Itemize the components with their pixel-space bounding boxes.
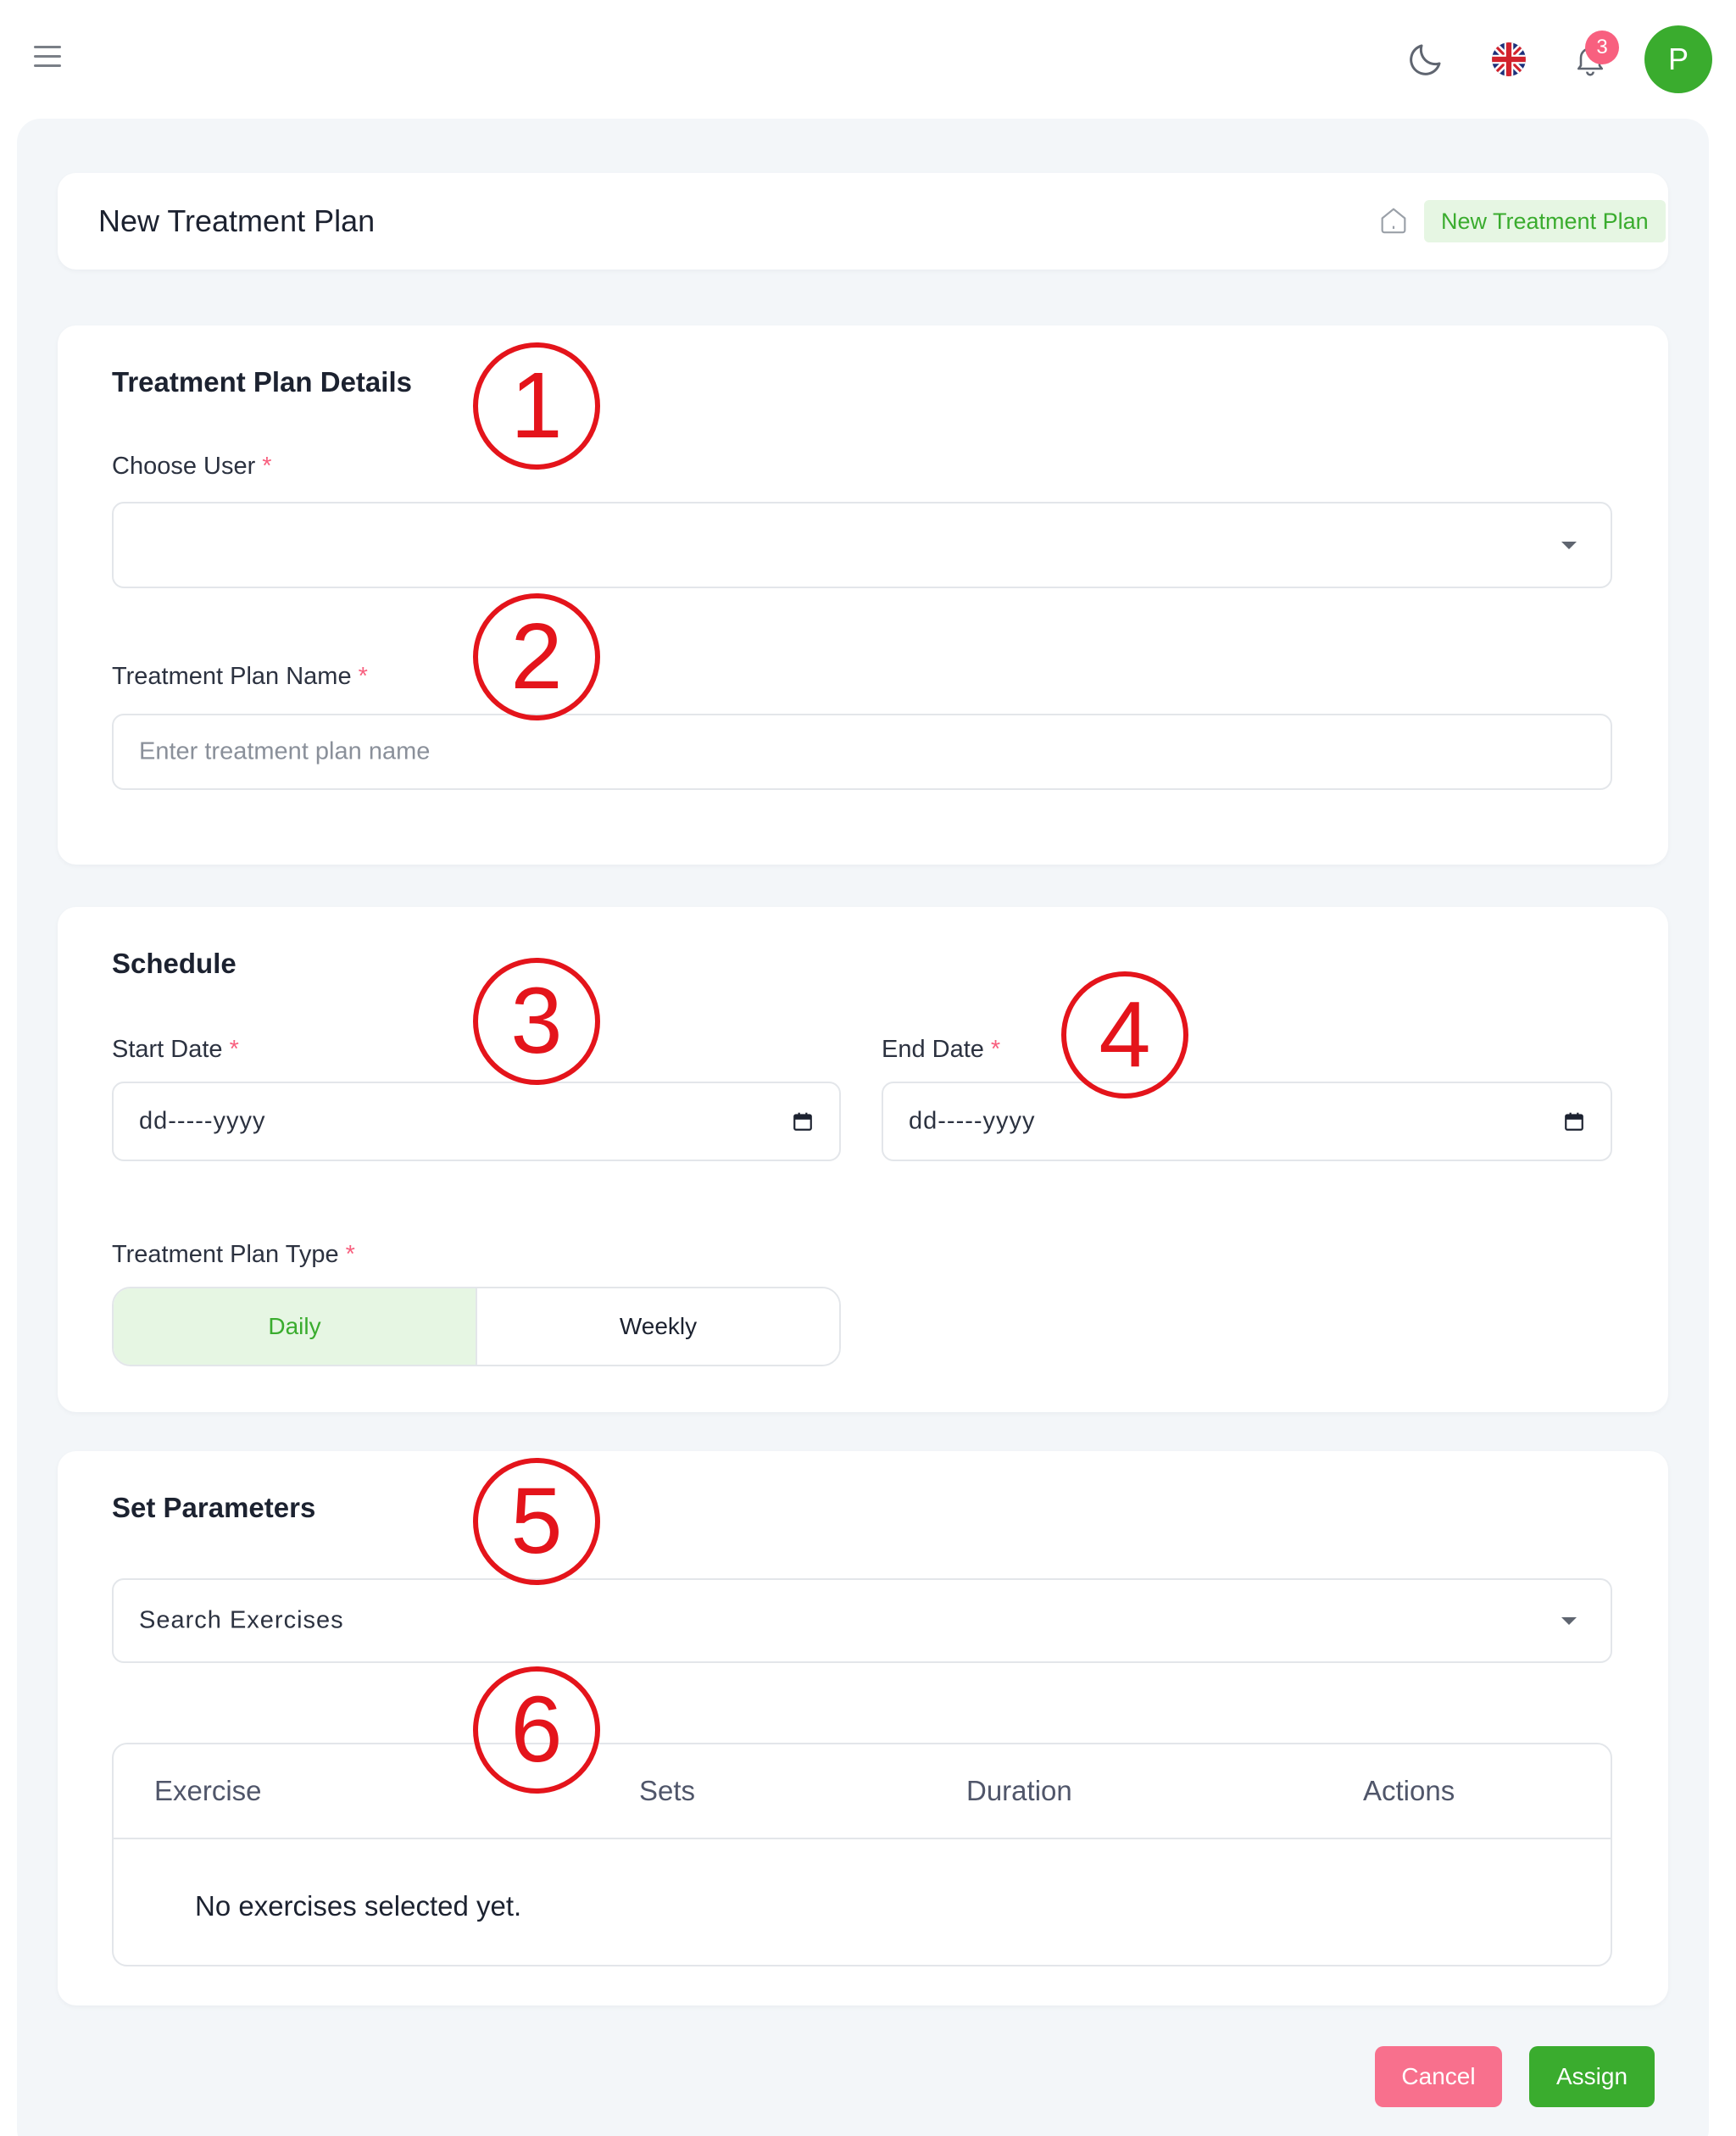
plan-type-daily[interactable]: Daily: [114, 1288, 476, 1365]
plan-type-weekly[interactable]: Weekly: [476, 1288, 839, 1365]
section-title-schedule: Schedule: [112, 948, 236, 979]
content-area: New Treatment Plan New Treatment Plan Tr…: [17, 119, 1709, 2136]
annotation-marker-2: 2: [473, 593, 600, 720]
end-date-value: dd-----yyyy: [909, 1107, 1036, 1135]
search-exercises-select[interactable]: Search Exercises: [112, 1578, 1612, 1663]
required-mark: *: [990, 1036, 1001, 1063]
end-date-input[interactable]: dd-----yyyy: [882, 1082, 1612, 1161]
plan-type-toggle: Daily Weekly: [112, 1287, 841, 1366]
column-header-sets: Sets: [639, 1775, 696, 1806]
breadcrumb-current: New Treatment Plan: [1424, 200, 1666, 242]
set-parameters-card: Set Parameters Search Exercises Exercise…: [58, 1451, 1668, 2005]
choose-user-select[interactable]: [112, 502, 1612, 588]
plan-name-placeholder: Enter treatment plan name: [139, 737, 431, 765]
calendar-icon[interactable]: [1563, 1110, 1585, 1132]
section-title-parameters: Set Parameters: [112, 1492, 316, 1523]
annotation-marker-3: 3: [473, 958, 600, 1085]
required-mark: *: [358, 663, 368, 690]
uk-flag-icon[interactable]: [1483, 34, 1534, 85]
start-date-value: dd-----yyyy: [139, 1107, 266, 1135]
plan-name-input[interactable]: Enter treatment plan name: [112, 714, 1612, 790]
plan-type-label: Treatment Plan Type *: [112, 1241, 355, 1268]
page-title: New Treatment Plan: [98, 203, 376, 238]
cancel-button[interactable]: Cancel: [1375, 2046, 1502, 2107]
chevron-down-icon: [1561, 542, 1577, 549]
annotation-marker-6: 6: [473, 1666, 600, 1794]
top-bar: 3 P: [0, 0, 1736, 119]
required-mark: *: [345, 1241, 355, 1268]
annotation-marker-1: 1: [473, 342, 600, 470]
search-exercises-placeholder: Search Exercises: [139, 1606, 344, 1634]
required-mark: *: [262, 453, 272, 480]
table-header: Exercise Sets Duration Actions: [114, 1744, 1611, 1839]
home-icon[interactable]: [1377, 203, 1410, 237]
treatment-plan-details-card: Treatment Plan Details Choose User * Trea…: [58, 325, 1668, 865]
annotation-marker-4: 4: [1061, 971, 1188, 1099]
column-header-duration: Duration: [966, 1775, 1072, 1806]
moon-icon[interactable]: [1400, 34, 1451, 85]
empty-table-message: No exercises selected yet.: [195, 1890, 522, 1922]
column-header-exercise: Exercise: [154, 1775, 262, 1806]
plan-name-label: Treatment Plan Name *: [112, 663, 368, 690]
menu-icon[interactable]: [34, 46, 68, 71]
required-mark: *: [229, 1036, 239, 1063]
choose-user-label: Choose User *: [112, 453, 272, 480]
annotation-marker-5: 5: [473, 1458, 600, 1585]
notification-count-badge: 3: [1585, 31, 1619, 64]
calendar-icon[interactable]: [792, 1110, 814, 1132]
start-date-label: Start Date *: [112, 1036, 239, 1063]
end-date-label: End Date *: [882, 1036, 1001, 1063]
start-date-input[interactable]: dd-----yyyy: [112, 1082, 841, 1161]
chevron-down-icon: [1561, 1617, 1577, 1625]
assign-button[interactable]: Assign: [1529, 2046, 1655, 2107]
page-header: New Treatment Plan New Treatment Plan: [58, 173, 1668, 270]
section-title-details: Treatment Plan Details: [112, 366, 412, 398]
avatar[interactable]: P: [1644, 25, 1712, 93]
exercises-table: Exercise Sets Duration Actions No exerci…: [112, 1743, 1612, 1966]
schedule-card: Schedule Start Date * dd-----yyyy End Dat…: [58, 907, 1668, 1412]
column-header-actions: Actions: [1363, 1775, 1455, 1806]
